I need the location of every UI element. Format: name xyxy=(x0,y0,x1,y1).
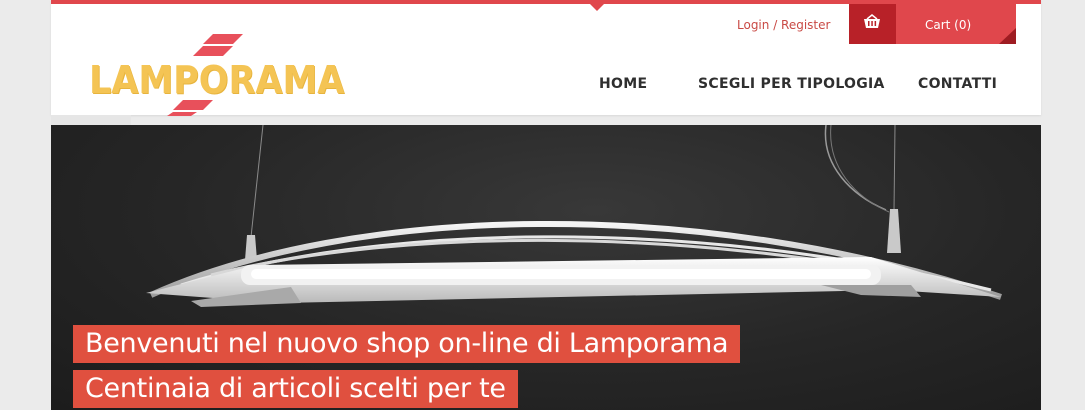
site-header: LAMPORAMA Login / Register Cart (0) HOME… xyxy=(51,0,1041,116)
cart-icon-button[interactable] xyxy=(849,4,896,44)
lamp-image xyxy=(146,125,1002,307)
header-notch xyxy=(590,4,604,11)
nav-types[interactable]: SCEGLI PER TIPOLOGIA xyxy=(698,76,885,92)
login-link[interactable]: Login xyxy=(737,18,769,32)
cart-button[interactable]: Cart (0) xyxy=(896,4,1016,44)
basket-icon xyxy=(864,14,880,28)
cart-label: Cart (0) xyxy=(925,18,972,32)
cart-fold xyxy=(999,28,1016,44)
logo-text: LAMPORAMA xyxy=(89,58,345,102)
login-separator: / xyxy=(769,18,782,32)
nav-home[interactable]: HOME xyxy=(599,76,647,92)
logo[interactable]: LAMPORAMA xyxy=(87,34,357,116)
register-link[interactable]: Register xyxy=(781,18,830,32)
nav-contacts[interactable]: CONTATTI xyxy=(918,76,997,92)
hero-slider[interactable]: Benvenuti nel nuovo shop on-line di Lamp… xyxy=(51,125,1041,410)
hero-caption-line2: Centinaia di articoli scelti per te xyxy=(73,370,518,408)
login-register: Login / Register xyxy=(737,18,830,32)
hero-caption-line1: Benvenuti nel nuovo shop on-line di Lamp… xyxy=(73,325,741,363)
